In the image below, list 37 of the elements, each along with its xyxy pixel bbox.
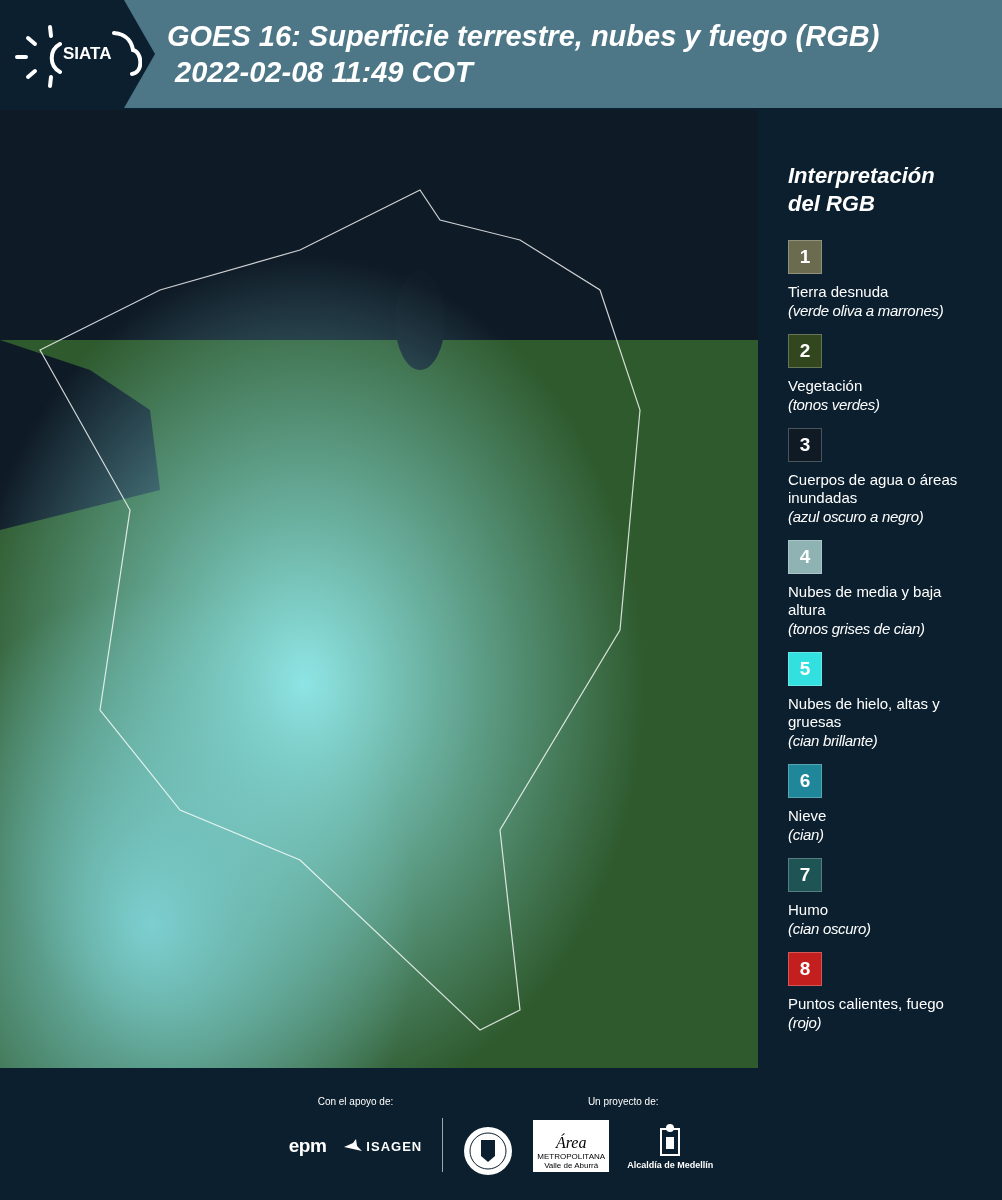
legend-label: Vegetación (788, 377, 864, 395)
legend-title: Interpretación del RGB (788, 162, 936, 218)
timestamp: 2022-02-08 11:49 COT (173, 55, 476, 90)
support-label: Con el apoyo de: (317, 1096, 394, 1107)
color-swatch: 8 (788, 952, 822, 986)
project-label: Un proyecto de: (587, 1096, 659, 1107)
isagen-logo: ISAGEN (344, 1138, 423, 1154)
color-swatch: 6 (788, 764, 822, 798)
epm-logo: epm (288, 1135, 327, 1157)
color-swatch: 4 (788, 540, 822, 574)
legend-description: (azul oscuro a negro) (788, 507, 924, 526)
area-metropolitana-logo: Área METROPOLITANA Valle de Aburrá (533, 1120, 610, 1172)
legend-label: Nubes de media y baja altura (788, 583, 943, 619)
legend-label: Nieve (788, 807, 828, 825)
color-swatch: 2 (788, 334, 822, 368)
alcaldia-logo: Alcaldía de Medellín (627, 1122, 714, 1170)
legend-description: (cian) (788, 825, 824, 844)
color-swatch: 7 (788, 858, 822, 892)
legend-description: (tonos grises de cian) (788, 619, 925, 638)
leaf-icon (344, 1139, 363, 1153)
legend-label: Puntos calientes, fuego (788, 995, 945, 1013)
legend-label: Cuerpos de agua o áreas inundadas (788, 471, 959, 507)
seal-icon (463, 1126, 514, 1176)
color-swatch: 3 (788, 428, 822, 462)
legend-description: (verde oliva a marrones) (788, 301, 944, 320)
legend-description: (rojo) (788, 1013, 822, 1032)
legend-label: Nubes de hielo, altas y gruesas (788, 695, 941, 731)
legend-label: Tierra desnuda (788, 283, 890, 301)
legend-description: (cian oscuro) (788, 919, 871, 938)
legend-description: (cian brillante) (788, 731, 878, 750)
logo-text: SIATA (63, 44, 112, 64)
legend-description: (tonos verdes) (788, 395, 880, 414)
legend-label: Humo (788, 901, 829, 919)
page-title: GOES 16: Superficie terrestre, nubes y fuego (RGB) (167, 19, 880, 54)
coat-of-arms-icon (659, 1122, 682, 1157)
color-swatch: 1 (788, 240, 822, 274)
color-swatch: 5 (788, 652, 822, 686)
